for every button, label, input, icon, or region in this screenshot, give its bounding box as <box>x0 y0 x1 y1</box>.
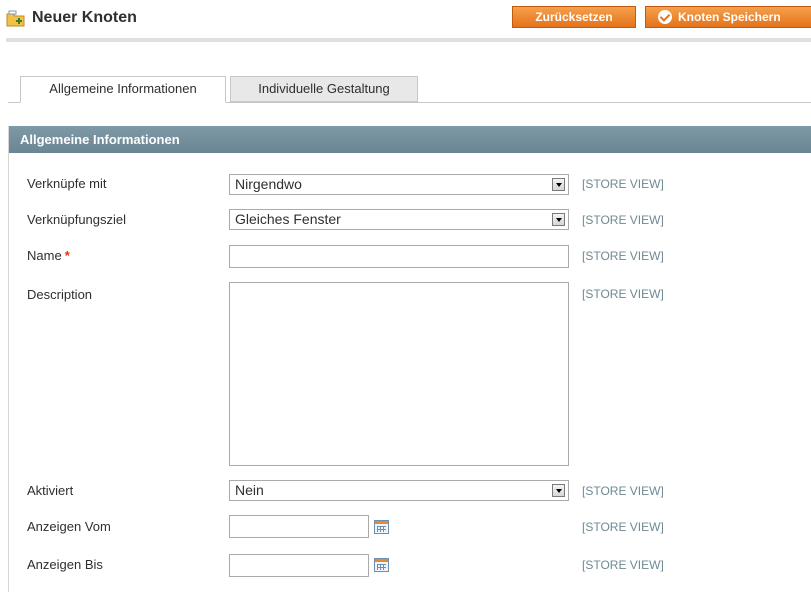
reset-button[interactable]: Zurücksetzen <box>512 6 636 28</box>
folder-add-icon <box>6 10 25 27</box>
calendar-icon[interactable] <box>374 520 389 534</box>
check-circle-icon <box>658 10 672 24</box>
link-target-select[interactable]: Gleiches Fenster <box>229 209 569 230</box>
active-select[interactable]: Nein <box>229 480 569 501</box>
link-to-label: Verknüpfe mit <box>27 176 107 191</box>
required-marker: * <box>64 248 70 263</box>
show-to-label: Anzeigen Bis <box>27 557 103 572</box>
calendar-icon[interactable] <box>374 558 389 572</box>
link-to-value: Nirgendwo <box>235 176 302 192</box>
active-scope: [STORE VIEW] <box>582 484 664 498</box>
show-from-input[interactable] <box>229 515 369 538</box>
active-value: Nein <box>235 482 264 498</box>
description-label: Description <box>27 287 93 302</box>
header-divider <box>6 38 811 42</box>
name-label-text: Name <box>27 248 62 263</box>
name-label: Name * <box>27 248 70 263</box>
name-input[interactable] <box>229 245 569 268</box>
link-target-value: Gleiches Fenster <box>235 211 341 227</box>
save-node-button[interactable]: Knoten Speichern <box>645 6 811 28</box>
show-from-label: Anzeigen Vom <box>27 519 111 534</box>
chevron-down-icon[interactable] <box>552 484 565 497</box>
description-scope: [STORE VIEW] <box>582 287 664 301</box>
show-to-input[interactable] <box>229 554 369 577</box>
page-title: Neuer Knoten <box>32 9 137 26</box>
tab-general-information[interactable]: Allgemeine Informationen <box>20 76 226 103</box>
chevron-down-icon[interactable] <box>552 213 565 226</box>
link-target-scope: [STORE VIEW] <box>582 213 664 227</box>
link-to-scope: [STORE VIEW] <box>582 177 664 191</box>
panel-title: Allgemeine Informationen <box>9 126 811 153</box>
link-to-select[interactable]: Nirgendwo <box>229 174 569 195</box>
active-label: Aktiviert <box>27 483 74 498</box>
link-target-label: Verknüpfungsziel <box>27 212 127 227</box>
save-node-label: Knoten Speichern <box>678 10 781 24</box>
description-textarea[interactable] <box>229 282 569 466</box>
general-information-panel: Allgemeine Informationen Verknüpfe mit N… <box>8 126 811 592</box>
chevron-down-icon[interactable] <box>552 178 565 191</box>
show-to-scope: [STORE VIEW] <box>582 558 664 572</box>
tab-custom-design[interactable]: Individuelle Gestaltung <box>230 76 418 102</box>
show-from-scope: [STORE VIEW] <box>582 520 664 534</box>
page-header: Neuer Knoten Zurücksetzen Knoten Speiche… <box>0 0 811 42</box>
name-scope: [STORE VIEW] <box>582 249 664 263</box>
tab-bar: Allgemeine Informationen Individuelle Ge… <box>8 72 811 103</box>
